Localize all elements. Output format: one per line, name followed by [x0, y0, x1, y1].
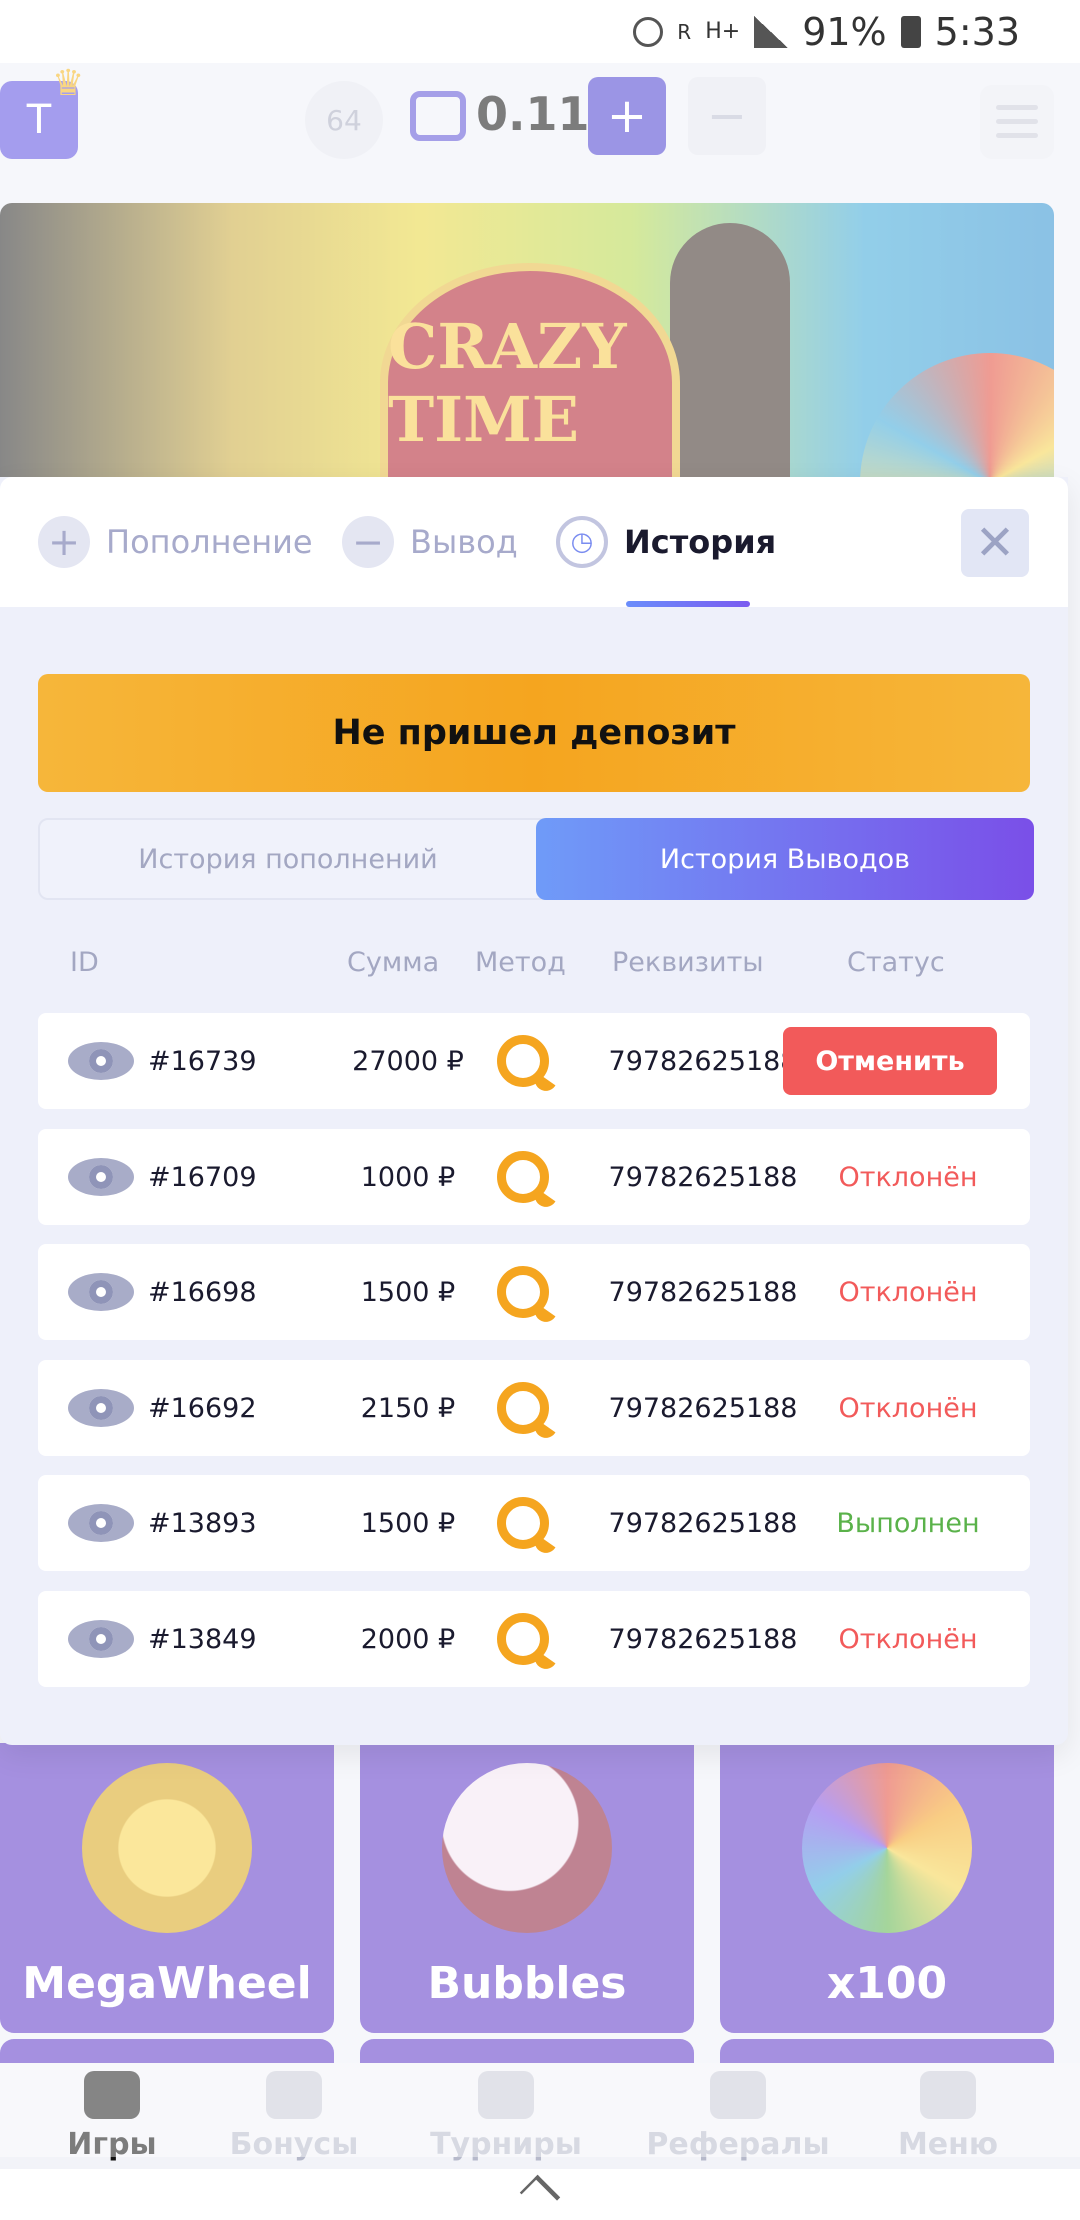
column-header-details: Реквизиты [612, 947, 764, 978]
withdrawal-history-tab[interactable]: История Выводов [536, 818, 1034, 900]
view-details-button[interactable] [68, 1591, 134, 1687]
column-header-method: Метод [475, 947, 566, 978]
row-id: #16692 [148, 1392, 257, 1424]
tab-deposit[interactable]: + Пополнение [38, 477, 313, 607]
qiwi-icon [497, 1151, 549, 1203]
active-tab-indicator [626, 601, 750, 607]
view-details-button[interactable] [68, 1475, 134, 1571]
qiwi-icon [497, 1497, 549, 1549]
row-status: Отклонён [838, 1392, 978, 1424]
view-details-button[interactable] [68, 1244, 134, 1340]
eye-icon [68, 1273, 134, 1311]
eye-icon [68, 1620, 134, 1658]
roaming-indicator: R [677, 19, 692, 44]
eye-icon [68, 1042, 134, 1080]
column-header-id: ID [70, 947, 99, 978]
close-button[interactable]: ✕ [961, 509, 1029, 577]
view-details-button[interactable] [68, 1013, 134, 1109]
row-amount: 1000 ₽ [360, 1161, 456, 1193]
table-row: #13849 2000 ₽ 79782625188 Отклонён [38, 1591, 1030, 1687]
table-row: #16698 1500 ₽ 79782625188 Отклонён [38, 1244, 1030, 1340]
table-row: #16692 2150 ₽ 79782625188 Отклонён [38, 1360, 1030, 1456]
clock: 5:33 [934, 9, 1020, 54]
gesture-bar[interactable] [0, 2169, 1080, 2220]
tab-label: Вывод [410, 523, 518, 561]
row-amount: 1500 ₽ [360, 1276, 456, 1308]
row-method [488, 1360, 558, 1456]
row-status: Отклонён [838, 1161, 978, 1193]
row-method [488, 1129, 558, 1225]
row-method [488, 1244, 558, 1340]
row-id: #13849 [148, 1623, 257, 1655]
clock-icon: ◷ [556, 516, 608, 568]
signal-icon [754, 15, 789, 48]
table-header: ID Сумма Метод Реквизиты Статус [38, 947, 1030, 987]
row-amount: 2150 ₽ [360, 1392, 456, 1424]
qiwi-icon [497, 1382, 549, 1434]
row-method [488, 1013, 558, 1109]
status-bar: R H+ 91% 5:33 [0, 0, 1080, 63]
vpn-icon [633, 16, 664, 47]
column-header-amount: Сумма [347, 947, 440, 978]
qiwi-icon [497, 1266, 549, 1318]
eye-icon [68, 1504, 134, 1542]
row-id: #16698 [148, 1276, 257, 1308]
minus-icon: − [342, 516, 394, 568]
row-status: Отклонён [838, 1623, 978, 1655]
qiwi-icon [497, 1035, 549, 1087]
row-amount: 2000 ₽ [360, 1623, 456, 1655]
modal-tabs: + Пополнение − Вывод ◷ История ✕ [0, 477, 1068, 607]
row-id: #16739 [148, 1045, 257, 1077]
row-id: #16709 [148, 1161, 257, 1193]
no-deposit-button[interactable]: Не пришел депозит [38, 674, 1030, 792]
table-row: #16739 27000 ₽ 79782625188 Отменить [38, 1013, 1030, 1109]
table-row: #16709 1000 ₽ 79782625188 Отклонён [38, 1129, 1030, 1225]
row-status: Отклонён [838, 1276, 978, 1308]
network-type: H+ [705, 19, 741, 44]
view-details-button[interactable] [68, 1129, 134, 1225]
cancel-withdrawal-button[interactable]: Отменить [783, 1027, 997, 1095]
view-details-button[interactable] [68, 1360, 134, 1456]
row-method [488, 1591, 558, 1687]
chevron-up-icon [519, 2174, 561, 2216]
tab-label: Пополнение [106, 523, 313, 561]
eye-icon [68, 1158, 134, 1196]
row-amount: 27000 ₽ [352, 1045, 464, 1077]
table-row: #13893 1500 ₽ 79782625188 Выполнен [38, 1475, 1030, 1571]
deposit-history-tab[interactable]: История пополнений [40, 818, 536, 900]
row-id: #13893 [148, 1507, 257, 1539]
row-amount: 1500 ₽ [360, 1507, 456, 1539]
tab-withdraw[interactable]: − Вывод [342, 477, 518, 607]
row-method [488, 1475, 558, 1571]
qiwi-icon [497, 1613, 549, 1665]
history-switch: История пополнений История Выводов [38, 818, 1034, 900]
tab-label: История [624, 523, 777, 561]
cashier-modal: + Пополнение − Вывод ◷ История ✕ Не приш… [0, 477, 1068, 1745]
battery-icon [900, 15, 921, 48]
column-header-status: Статус [847, 947, 945, 978]
plus-icon: + [38, 516, 90, 568]
row-status: Выполнен [836, 1507, 980, 1539]
battery-level: 91% [802, 9, 887, 54]
tab-history[interactable]: ◷ История [556, 477, 776, 607]
eye-icon [68, 1389, 134, 1427]
